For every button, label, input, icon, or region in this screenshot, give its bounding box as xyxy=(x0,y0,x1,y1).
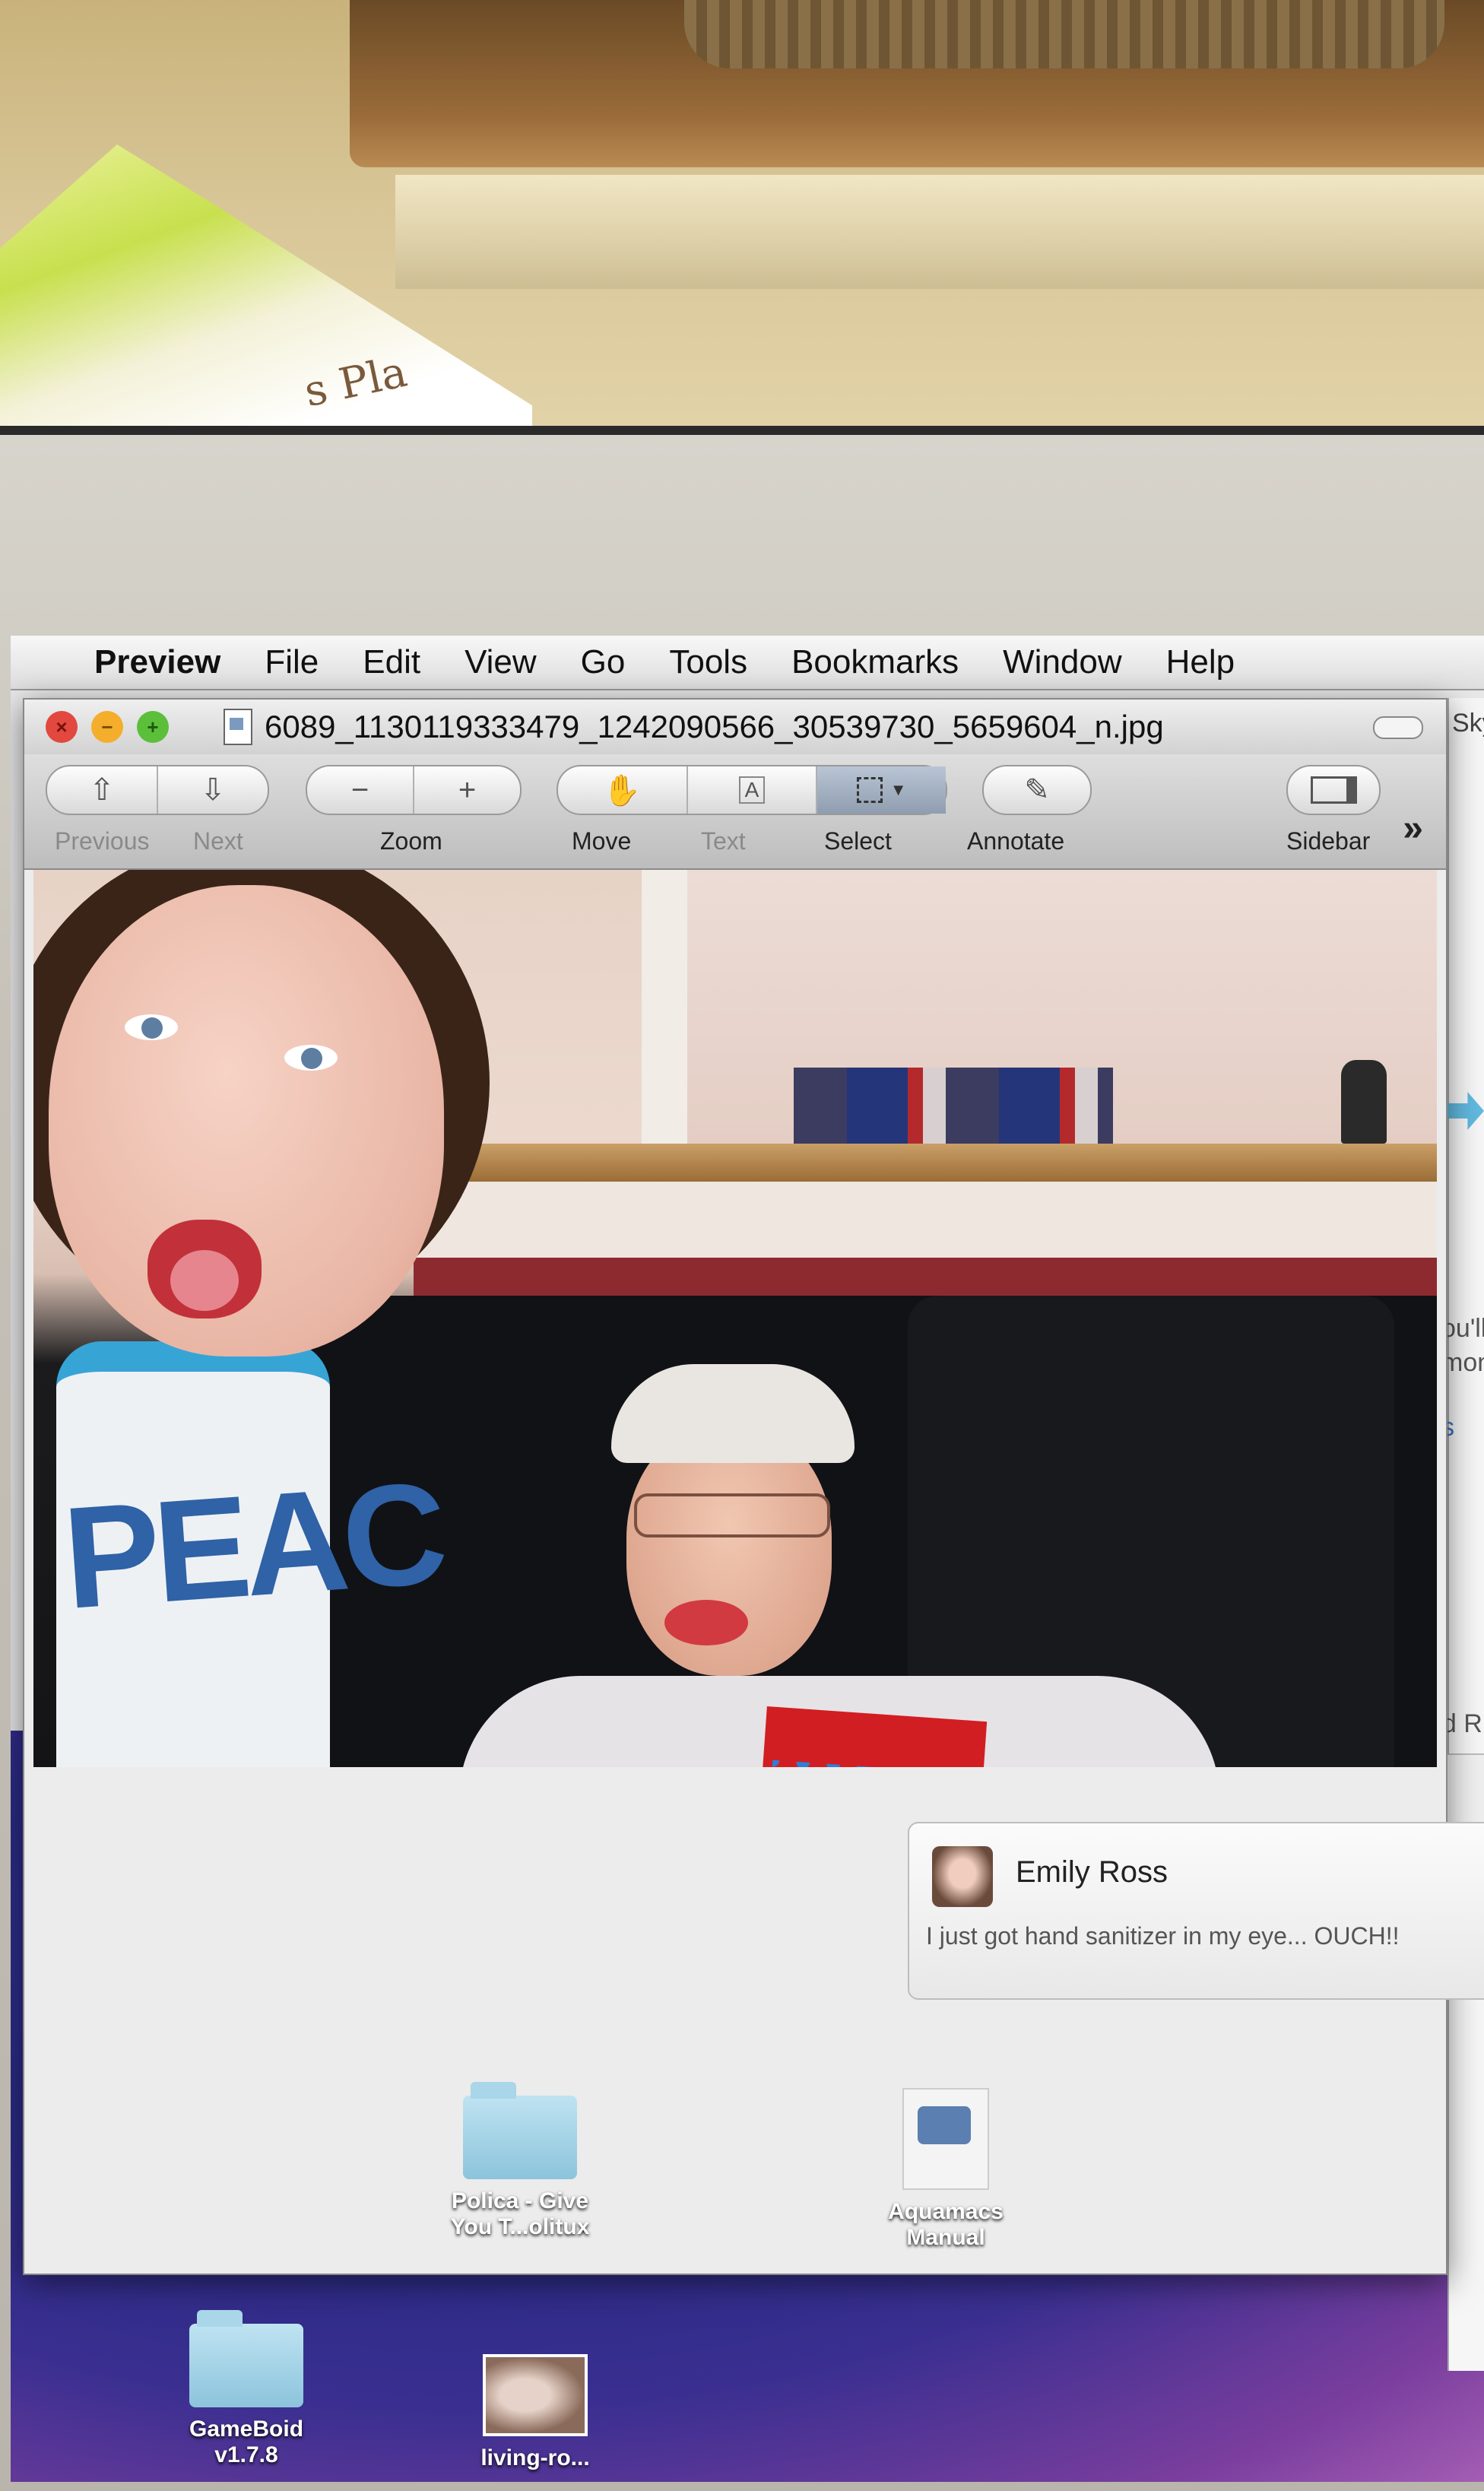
screen: Preview File Edit View Go Tools Bookmark… xyxy=(11,636,1484,2482)
folder-icon xyxy=(189,2310,303,2407)
photo-doorframe xyxy=(642,870,687,1144)
zoom-group: − + xyxy=(306,765,522,815)
annotate-label: Annotate xyxy=(967,827,1065,855)
notification-message: I just got hand sanitizer in my eye... O… xyxy=(926,1922,1400,1950)
text-tool-button[interactable]: A xyxy=(688,766,818,814)
photo-mantle-face xyxy=(414,1182,1437,1258)
select-tool-icon xyxy=(856,777,883,803)
menu-bar: Preview File Edit View Go Tools Bookmark… xyxy=(11,636,1484,690)
move-label: Move xyxy=(572,827,632,855)
sidebar-group xyxy=(1286,765,1381,815)
chat-notification[interactable]: Emily Ross I just got hand sanitizer in … xyxy=(908,1822,1484,2000)
image-thumbnail-icon xyxy=(483,2354,588,2436)
document-icon xyxy=(902,2088,989,2190)
menu-app-preview[interactable]: Preview xyxy=(94,643,220,681)
desktop-icon-label: Aquamacs xyxy=(888,2199,1004,2224)
sidebar-button[interactable] xyxy=(1288,766,1379,814)
photo-guy-tongue xyxy=(664,1600,748,1645)
title-bar[interactable]: × − + 6089_1130119333479_1242090566_3053… xyxy=(24,700,1446,754)
desktop-icon-label: Manual xyxy=(906,2225,985,2250)
desktop-icon-polica[interactable]: Polica - Give You T...olitux xyxy=(406,2082,634,2240)
menu-view[interactable]: View xyxy=(465,643,537,681)
text-label: Text xyxy=(701,827,746,855)
window-title: 6089_1130119333479_1242090566_30539730_5… xyxy=(265,709,1164,744)
photo-girl-mouth xyxy=(147,1220,262,1318)
photo-shirt-text: PEAC xyxy=(59,1452,446,1640)
wall-trim xyxy=(395,175,1484,289)
menu-file[interactable]: File xyxy=(265,643,319,681)
desktop-icon-label: Polica - Give xyxy=(451,2188,589,2213)
photo-guy-glasses xyxy=(634,1493,830,1537)
photo-mantle xyxy=(414,1144,1437,1182)
next-label: Next xyxy=(193,827,243,855)
photo-guy-hat xyxy=(611,1364,855,1463)
prev-next-group: ⇧ ⇩ xyxy=(46,765,269,815)
menu-go[interactable]: Go xyxy=(581,643,626,681)
background-window-edge xyxy=(1448,698,1484,2371)
select-tool-button[interactable]: ▼ xyxy=(817,766,947,814)
tool-mode-group: ✋ A ▼ xyxy=(556,765,947,815)
select-label: Select xyxy=(824,827,892,855)
previous-button[interactable]: ⇧ xyxy=(47,766,158,814)
photo-vase xyxy=(1341,1060,1387,1144)
toolbar-overflow-button[interactable]: » xyxy=(1403,808,1423,849)
desktop-icon-label: GameBoid xyxy=(189,2416,304,2442)
sidebar-label: Sidebar xyxy=(1286,827,1371,855)
zoom-in-button[interactable]: + xyxy=(414,766,520,814)
menu-window[interactable]: Window xyxy=(1003,643,1122,681)
desktop-icon-aquamacs-manual[interactable]: Aquamacs Manual xyxy=(847,2088,1045,2251)
menu-help[interactable]: Help xyxy=(1166,643,1235,681)
avatar xyxy=(932,1846,993,1907)
hand-icon: ✋ xyxy=(603,773,642,808)
desktop-icon-label: v1.7.8 xyxy=(214,2442,278,2467)
background-window-title: Sky xyxy=(1452,709,1484,738)
previous-label: Previous xyxy=(55,827,150,855)
folder-icon xyxy=(463,2082,577,2179)
toolbar: ⇧ ⇩ Previous Next − + Zoom ✋ A ▼ Move Te… xyxy=(24,754,1446,870)
photo-books xyxy=(794,1068,1113,1144)
basket xyxy=(684,0,1444,68)
text-tool-icon: A xyxy=(738,776,766,804)
image-canvas[interactable]: PEAC xyxy=(33,870,1437,1767)
photo-girl-eye xyxy=(284,1045,338,1071)
arrow-down-icon: ⇩ xyxy=(200,773,226,807)
desktop-icon-label: living-ro... xyxy=(480,2445,590,2470)
background-text-line: monthly xyxy=(1441,1348,1484,1377)
annotate-group: ✎ xyxy=(982,765,1092,815)
minimize-button[interactable]: − xyxy=(91,711,123,743)
desktop-icon-living-room[interactable]: living-ro... xyxy=(436,2354,634,2471)
notification-sender: Emily Ross xyxy=(1016,1855,1168,1889)
sidebar-icon xyxy=(1310,776,1357,804)
menu-bookmarks[interactable]: Bookmarks xyxy=(791,643,959,681)
pencil-icon: ✎ xyxy=(1024,773,1050,807)
zoom-out-button[interactable]: − xyxy=(307,766,414,814)
toolbar-toggle-button[interactable] xyxy=(1373,716,1423,739)
move-tool-button[interactable]: ✋ xyxy=(558,766,688,814)
menu-edit[interactable]: Edit xyxy=(363,643,420,681)
preview-window: × − + 6089_1130119333479_1242090566_3053… xyxy=(23,698,1448,2275)
next-button[interactable]: ⇩ xyxy=(158,766,268,814)
photo-girl-eye xyxy=(125,1014,178,1040)
annotate-button[interactable]: ✎ xyxy=(984,766,1090,814)
close-button[interactable]: × xyxy=(46,711,78,743)
desktop-icon-label: You T...olitux xyxy=(450,2214,590,2239)
background-text-line: ou'll get xyxy=(1441,1314,1484,1343)
menu-tools[interactable]: Tools xyxy=(669,643,747,681)
document-icon xyxy=(224,709,252,745)
arrow-up-icon: ⇧ xyxy=(89,773,115,807)
desktop-icon-gameboid[interactable]: GameBoid v1.7.8 xyxy=(147,2310,345,2468)
zoom-label: Zoom xyxy=(380,827,442,855)
zoom-button[interactable]: + xyxy=(137,711,169,743)
